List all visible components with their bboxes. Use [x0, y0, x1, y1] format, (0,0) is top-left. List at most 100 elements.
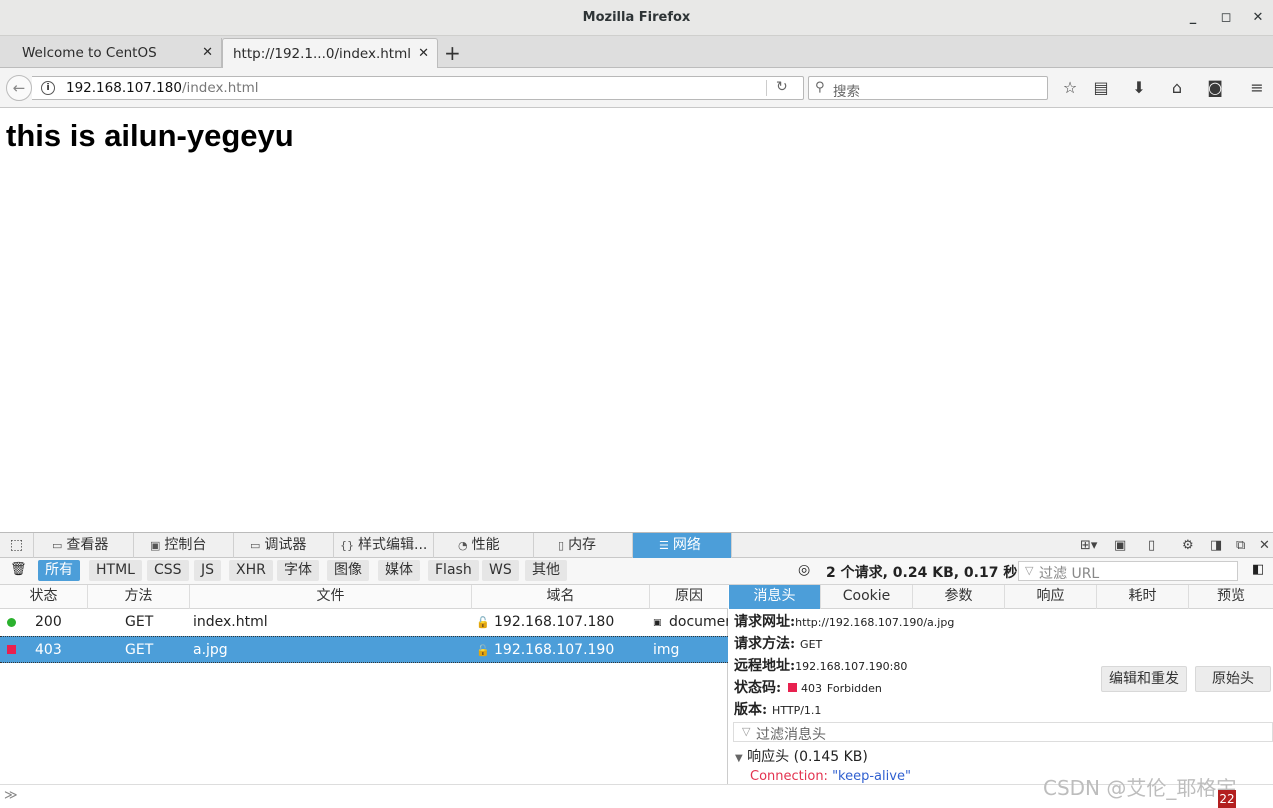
filter-icon: ▽ — [1025, 564, 1034, 577]
tab-response[interactable]: 响应 — [1005, 585, 1097, 609]
pick-element-icon[interactable]: ⬚ — [0, 533, 34, 558]
tab-memory[interactable]: ▯ 内存 — [534, 533, 633, 558]
request-url-value[interactable]: http://192.168.107.190/a.jpg — [795, 616, 954, 629]
header-key: Connection: — [750, 769, 828, 784]
back-button[interactable]: ← — [6, 75, 32, 101]
info-icon[interactable]: i — [41, 81, 55, 95]
request-list: 200 GET index.html 🔓 192.168.107.180 ▣ d… — [0, 609, 728, 784]
console-prompt-icon: ≫ — [4, 788, 18, 803]
trash-icon[interactable]: 🗑 — [10, 562, 27, 577]
tab-label: http://192.1...0/index.html — [233, 46, 411, 62]
dock-side-icon[interactable]: ◨ — [1210, 538, 1222, 553]
search-input[interactable]: ⚲ 搜索 — [808, 76, 1048, 100]
col-domain[interactable]: 域名 — [472, 585, 650, 609]
close-tab-icon[interactable]: ✕ — [202, 38, 213, 68]
url-separator — [766, 80, 767, 96]
reload-icon[interactable]: ↻ — [776, 79, 788, 95]
performance-analysis-icon[interactable]: ◎ — [798, 562, 810, 578]
table-row[interactable]: 200 GET index.html 🔓 192.168.107.180 ▣ d… — [0, 609, 728, 636]
undock-icon[interactable]: ⧉ — [1236, 538, 1245, 553]
filter-fonts[interactable]: 字体 — [277, 560, 319, 581]
header-filter-placeholder: 过滤消息头 — [756, 727, 826, 743]
tab-timings[interactable]: 耗时 — [1097, 585, 1189, 609]
tab-params[interactable]: 参数 — [913, 585, 1005, 609]
scratchpad-icon[interactable]: ▣ — [1114, 538, 1126, 553]
tab-inspector[interactable]: ▭ 查看器 — [34, 533, 134, 558]
filter-ws[interactable]: WS — [482, 560, 519, 581]
notification-badge: 22 — [1218, 790, 1236, 808]
request-detail-panel: 消息头 Cookie 参数 响应 耗时 预览 请求网址:http://192.1… — [729, 585, 1273, 785]
pocket-icon[interactable]: ◙ — [1204, 78, 1226, 98]
navigation-bar: ← i 192.168.107.180/index.html ↻ ⚲ 搜索 ☆ … — [0, 68, 1273, 108]
reading-list-icon[interactable]: ▤ — [1090, 78, 1112, 98]
remote-address-value: 192.168.107.190:80 — [795, 660, 908, 673]
download-icon[interactable]: ⬇ — [1128, 78, 1150, 98]
new-tab-button[interactable]: + — [444, 38, 461, 68]
filter-other[interactable]: 其他 — [525, 560, 567, 581]
col-file[interactable]: 文件 — [190, 585, 472, 609]
toggle-panel-icon[interactable]: ◧ — [1252, 562, 1264, 577]
menu-icon[interactable]: ≡ — [1246, 78, 1268, 98]
search-icon: ⚲ — [815, 80, 825, 95]
close-tab-icon[interactable]: ✕ — [418, 39, 429, 69]
close-window-button[interactable]: ✕ — [1248, 8, 1268, 28]
tab-cookies[interactable]: Cookie — [821, 585, 913, 609]
row-method: GET — [125, 642, 154, 658]
network-filter-bar: 🗑 所有 HTML CSS JS XHR 字体 图像 媒体 Flash WS 其… — [0, 558, 1273, 585]
tab-welcome-centos[interactable]: Welcome to CentOS ✕ — [0, 38, 222, 68]
console-icon: ▣ — [150, 539, 161, 552]
tab-preview[interactable]: 预览 — [1189, 585, 1273, 609]
raw-headers-button[interactable]: 原始头 — [1195, 666, 1271, 692]
responsive-design-icon[interactable]: ▯ — [1148, 538, 1155, 553]
col-status[interactable]: 状态 — [0, 585, 88, 609]
col-cause[interactable]: 原因 — [650, 585, 728, 609]
tab-headers[interactable]: 消息头 — [729, 585, 821, 609]
row-cause: img — [653, 642, 680, 658]
url-text[interactable]: 192.168.107.180/index.html — [66, 80, 258, 96]
page-content: this is ailun-yegeyu — [0, 108, 1273, 532]
url-filter-input[interactable]: ▽ 过滤 URL — [1018, 561, 1238, 582]
filter-media[interactable]: 媒体 — [378, 560, 420, 581]
tab-console[interactable]: ▣ 控制台 — [134, 533, 234, 558]
tab-index-html[interactable]: http://192.1...0/index.html ✕ — [222, 38, 438, 68]
row-status: 403 — [35, 642, 62, 658]
window-titlebar: Mozilla Firefox _ ◻ ✕ — [0, 0, 1273, 36]
filter-images[interactable]: 图像 — [327, 560, 369, 581]
edit-resend-button[interactable]: 编辑和重发 — [1101, 666, 1187, 692]
filter-js[interactable]: JS — [194, 560, 222, 581]
home-icon[interactable]: ⌂ — [1166, 78, 1188, 98]
search-placeholder: 搜索 — [833, 84, 860, 100]
maximize-button[interactable]: ◻ — [1216, 8, 1236, 28]
tab-style-editor[interactable]: {} 样式编辑... — [334, 533, 434, 558]
row-file: index.html — [193, 614, 268, 630]
filter-xhr[interactable]: XHR — [229, 560, 273, 581]
tab-performance[interactable]: ◔ 性能 — [434, 533, 534, 558]
js-icon: ▣ — [653, 618, 662, 628]
insecure-lock-icon: 🔓 — [476, 644, 490, 657]
status-code-row: 状态码: 403 Forbidden — [734, 677, 882, 697]
tab-debugger[interactable]: ▭ 调试器 — [234, 533, 334, 558]
response-headers-label: 响应头 — [747, 749, 790, 765]
request-list-header: 状态 方法 文件 域名 原因 — [0, 585, 728, 609]
filter-css[interactable]: CSS — [147, 560, 189, 581]
request-url-label: 请求网址: — [734, 614, 796, 630]
minimize-button[interactable]: _ — [1183, 8, 1203, 28]
header-filter-input[interactable]: ▽ 过滤消息头 — [733, 722, 1273, 743]
close-devtools-icon[interactable]: ✕ — [1259, 538, 1270, 553]
url-bar[interactable]: i 192.168.107.180/index.html ↻ — [32, 76, 804, 100]
col-method[interactable]: 方法 — [88, 585, 190, 609]
table-row[interactable]: 403 GET a.jpg 🔓 192.168.107.190 img — [0, 636, 728, 663]
watermark: CSDN @艾伦_耶格宇 — [1043, 776, 1237, 800]
filter-flash[interactable]: Flash — [428, 560, 479, 581]
tab-network[interactable]: ☰ 网络 — [633, 533, 732, 558]
remote-address-row: 远程地址:192.168.107.190:80 — [734, 655, 907, 675]
bookmark-star-icon[interactable]: ☆ — [1059, 78, 1081, 98]
settings-icon[interactable]: ⚙ — [1182, 538, 1194, 553]
filter-all[interactable]: 所有 — [38, 560, 80, 581]
tab-label: 性能 — [471, 537, 500, 553]
filter-html[interactable]: HTML — [89, 560, 142, 581]
response-headers-section[interactable]: ▼ 响应头 (0.145 KB) — [735, 746, 868, 766]
tab-label: Welcome to CentOS — [22, 45, 157, 61]
tab-label: 样式编辑... — [358, 537, 428, 553]
frame-select-icon[interactable]: ⊞▾ — [1080, 538, 1097, 553]
